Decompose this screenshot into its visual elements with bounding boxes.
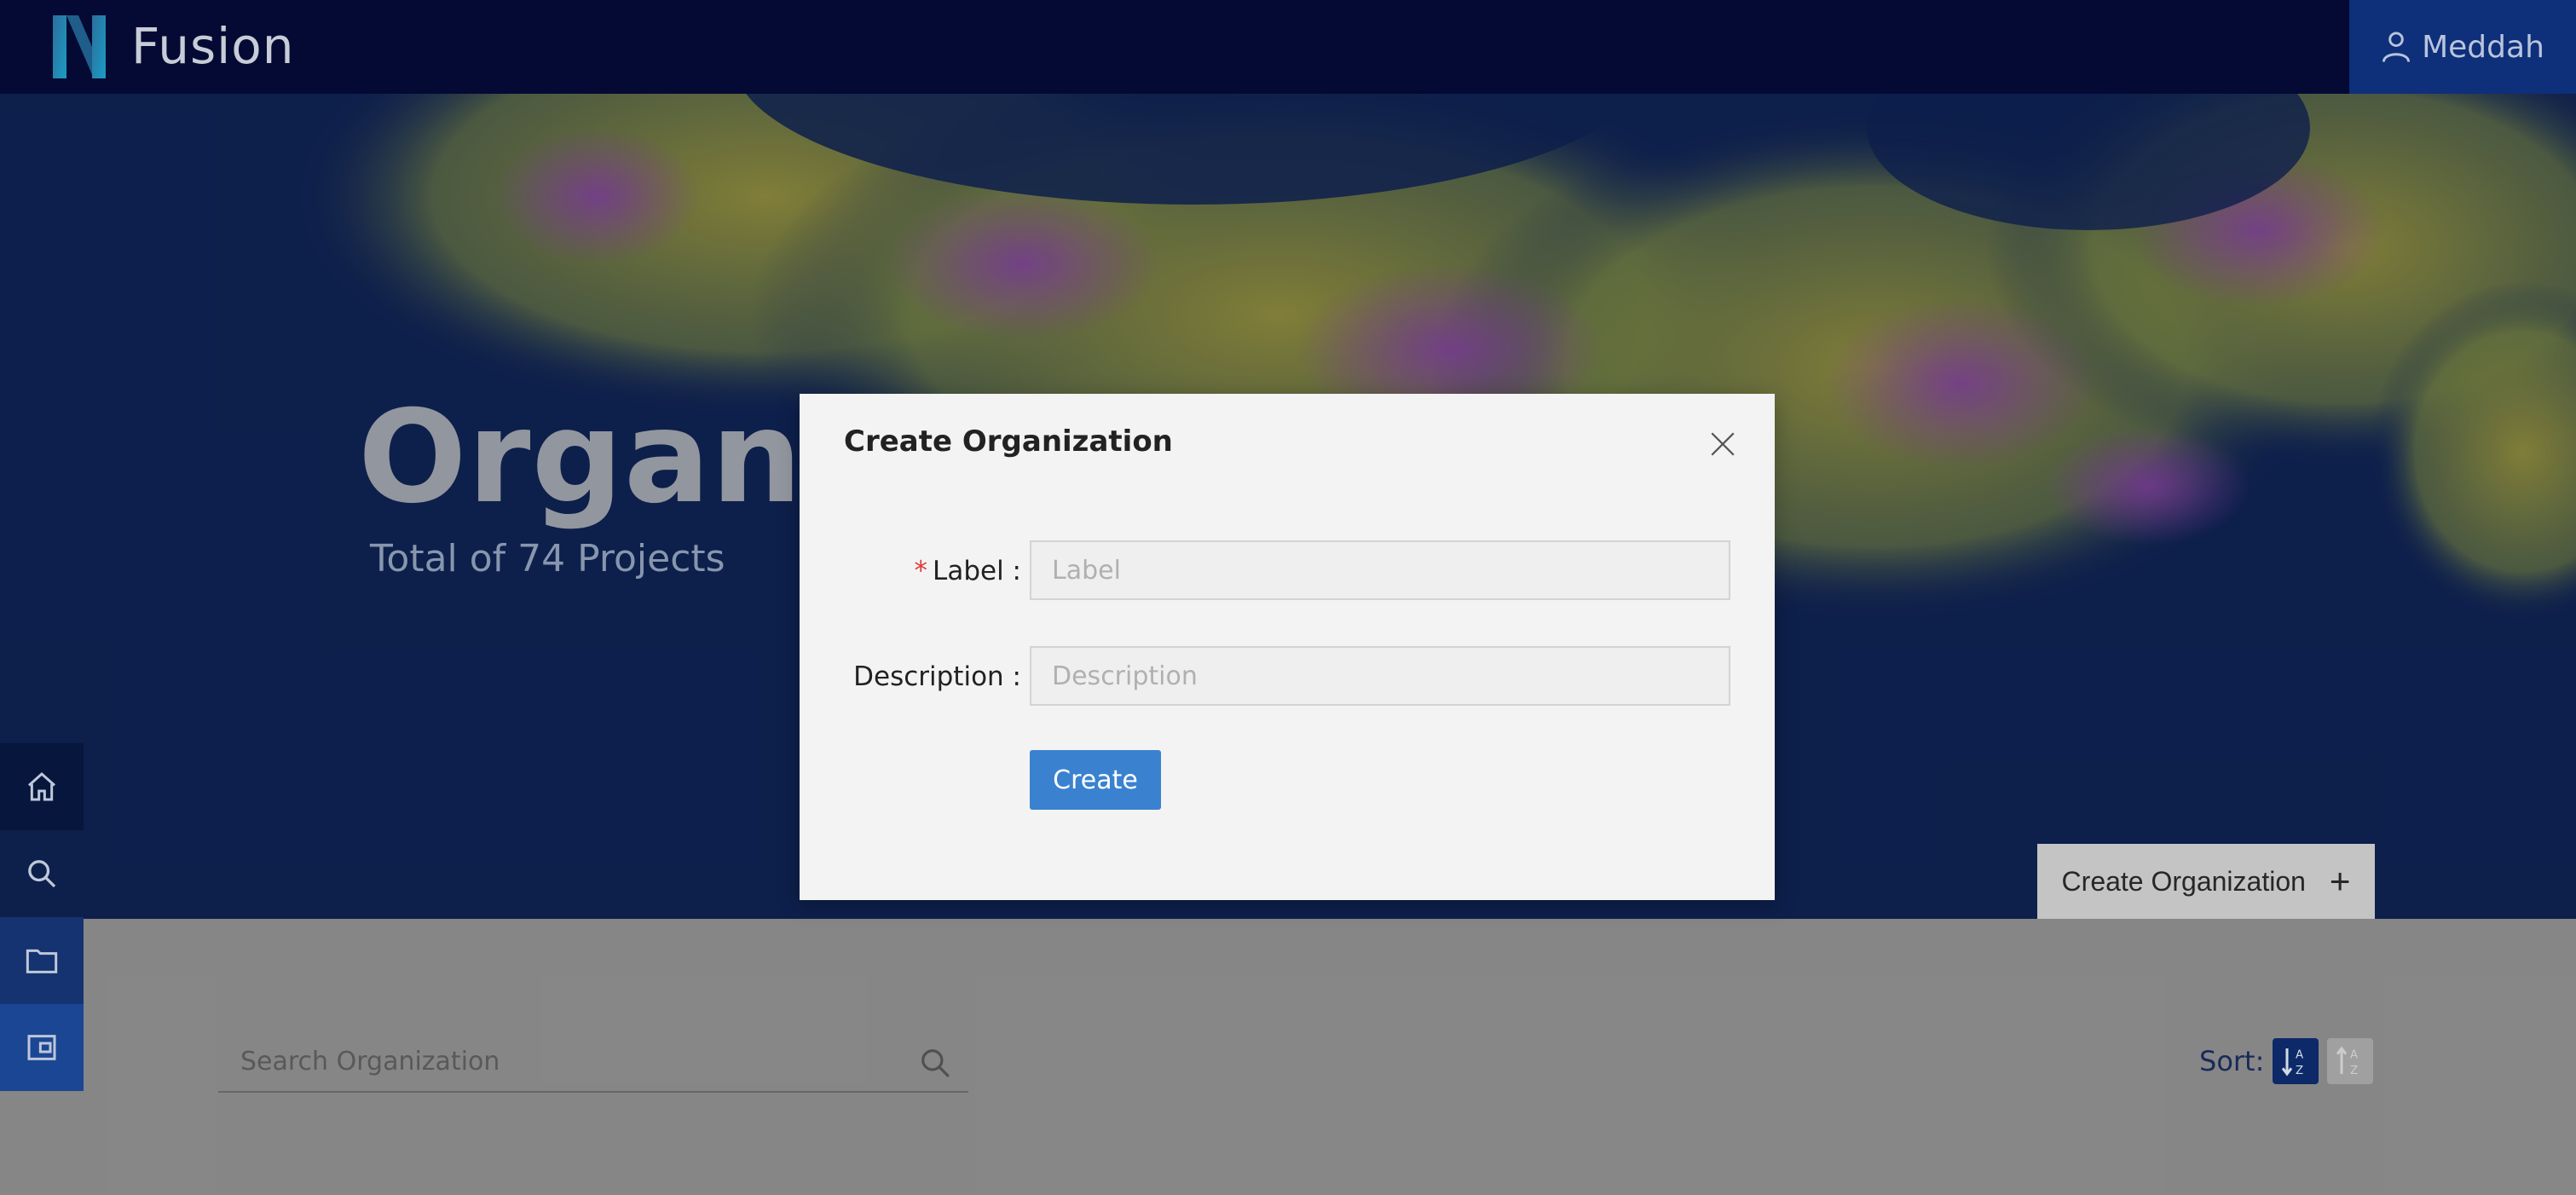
user-name: Meddah <box>2422 29 2544 65</box>
label-field-label: * Label : <box>914 556 1021 586</box>
create-organization-dialog: Create Organization *Label : Description… <box>800 394 1775 900</box>
brand-name: Fusion <box>131 17 295 75</box>
user-menu-button[interactable]: Meddah <box>2349 0 2576 94</box>
user-icon <box>2383 32 2411 62</box>
dialog-title: Create Organization <box>844 424 1173 459</box>
top-bar: Fusion Meddah <box>0 0 2576 94</box>
description-input[interactable] <box>1030 646 1730 706</box>
create-button[interactable]: Create <box>1030 750 1161 810</box>
label-input[interactable] <box>1030 540 1730 600</box>
description-field-label: Description : <box>853 661 1021 692</box>
fusion-logo-icon <box>53 15 106 78</box>
required-marker: * <box>914 556 928 586</box>
close-icon[interactable] <box>1708 430 1737 459</box>
